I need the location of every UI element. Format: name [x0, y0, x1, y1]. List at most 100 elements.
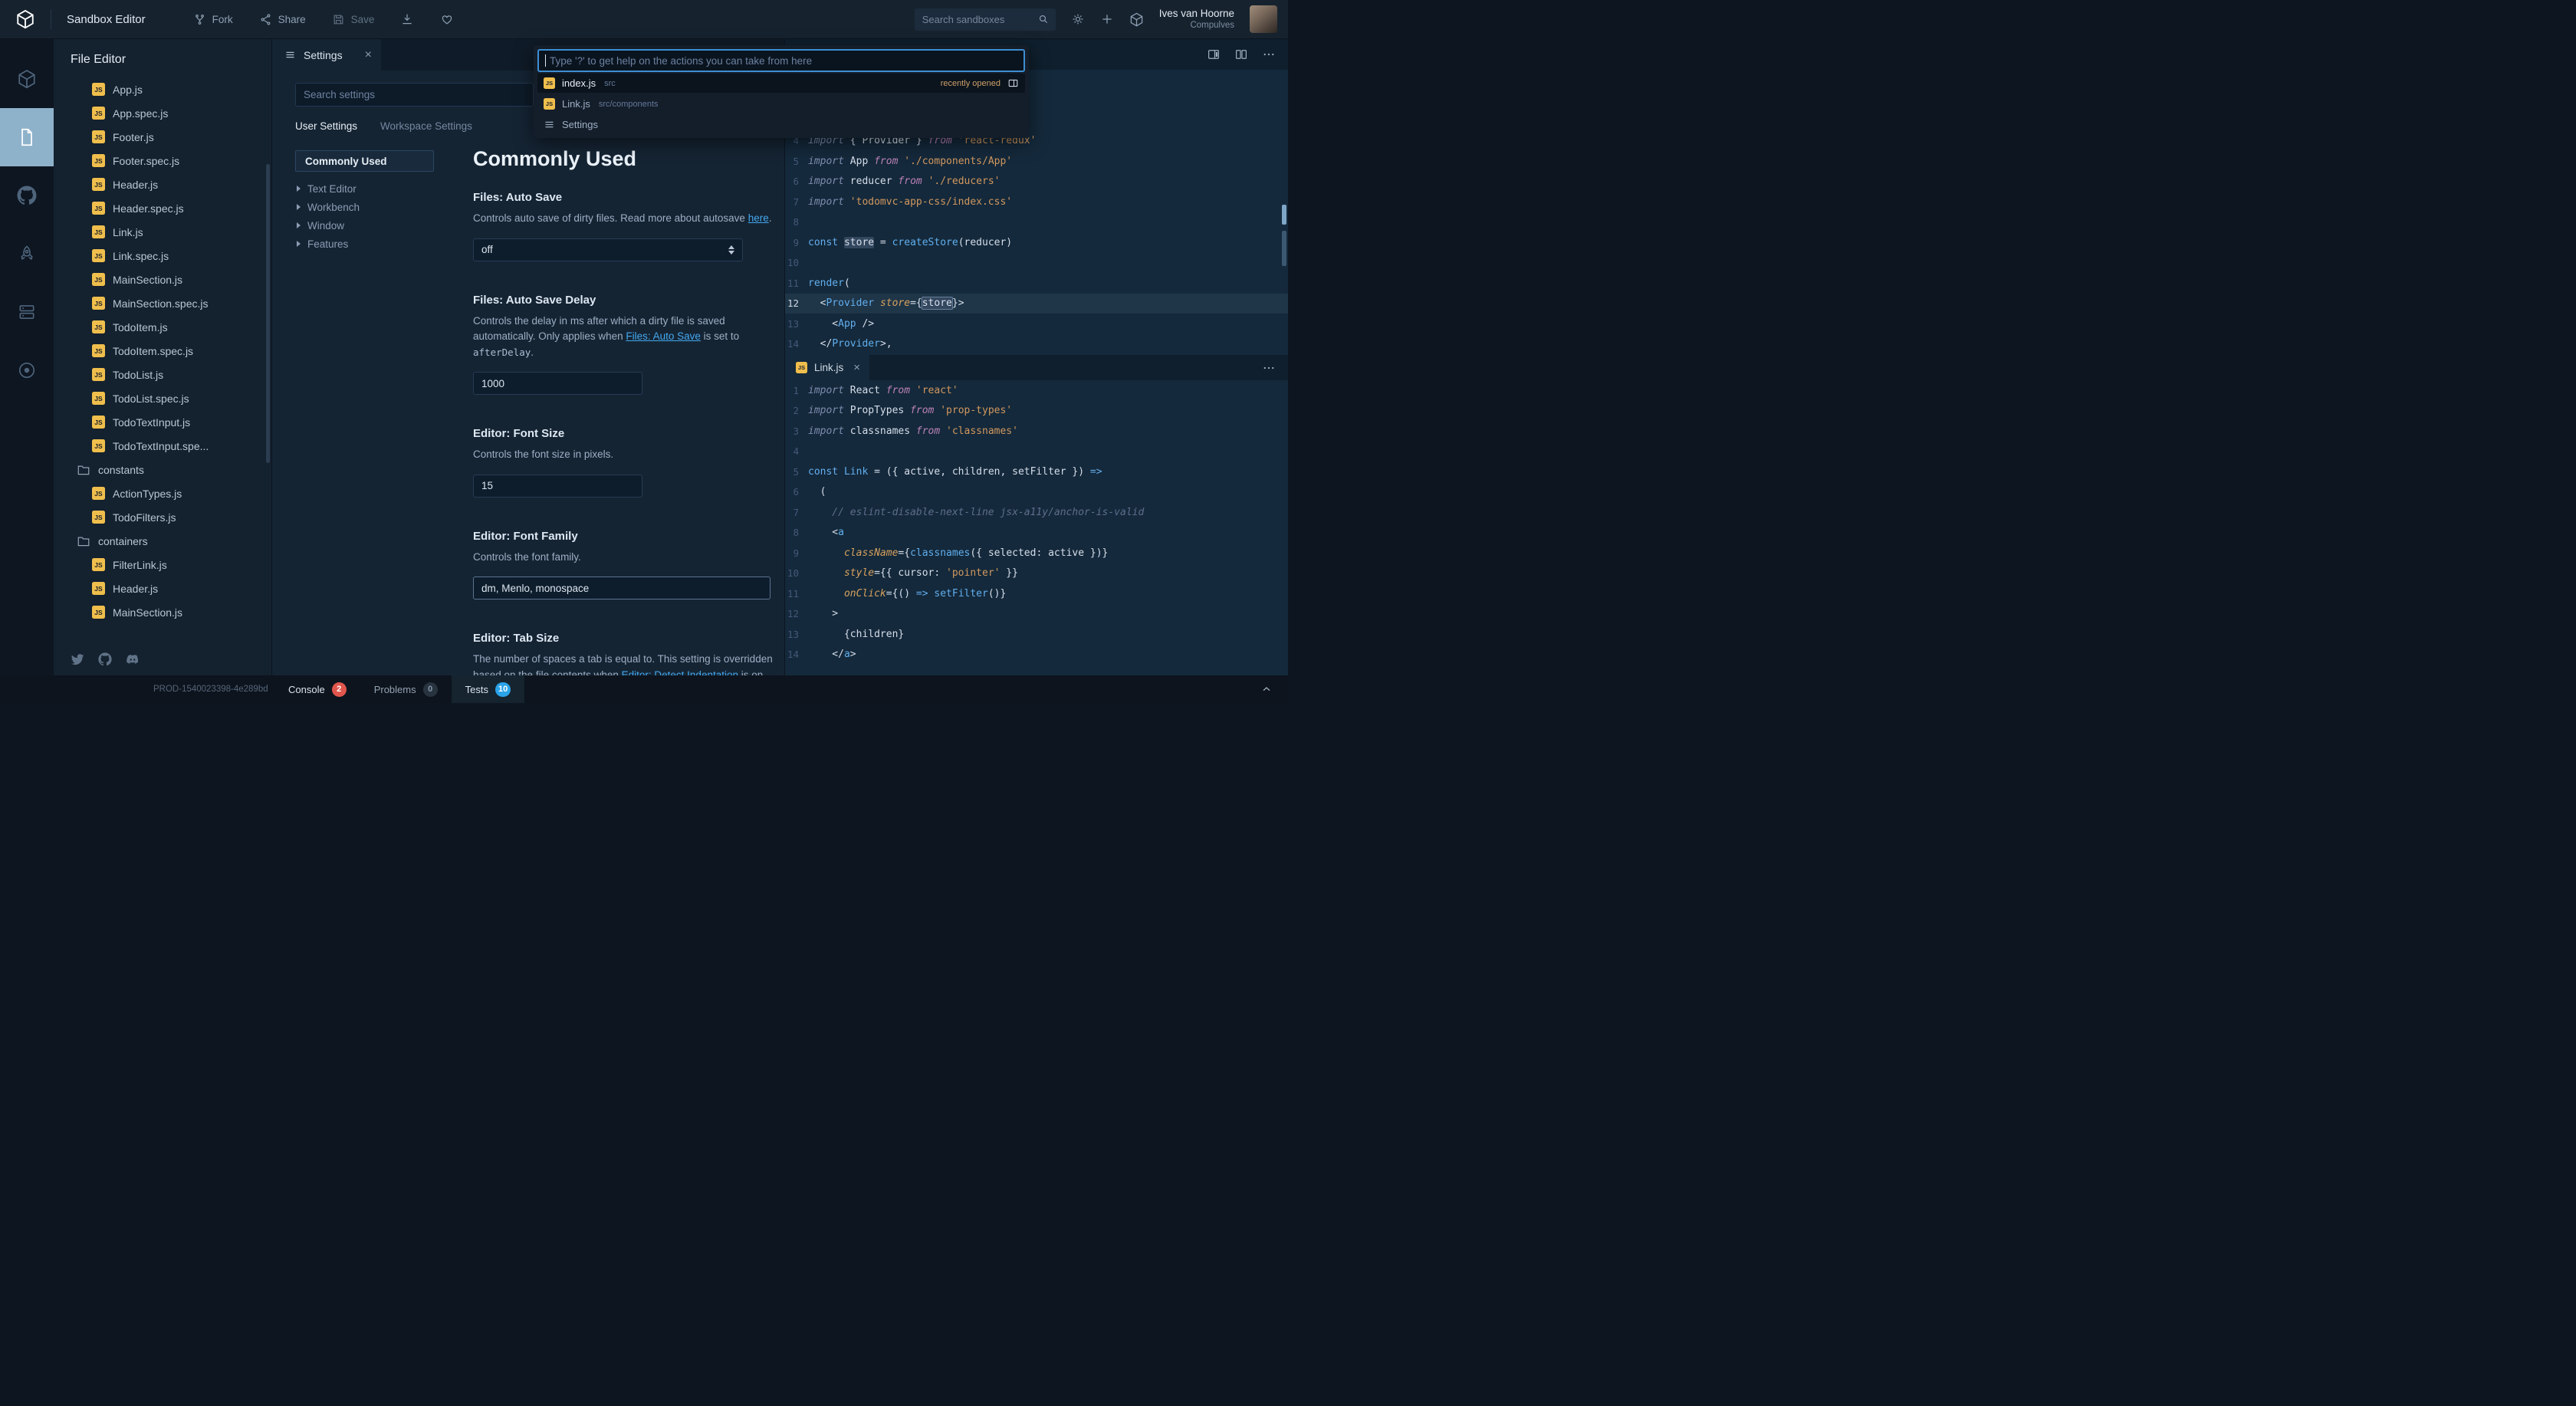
code-line[interactable]: 8 <a: [785, 523, 1288, 544]
file-item[interactable]: JS Header.js: [54, 577, 271, 600]
settings-search-input[interactable]: [295, 83, 534, 107]
code-line[interactable]: 6 import reducer from './reducers': [785, 172, 1288, 192]
rail-item-live[interactable]: [0, 341, 54, 399]
settings-tree-item[interactable]: Text Editor: [295, 179, 473, 198]
explorer-scrollbar[interactable]: [266, 164, 270, 463]
settings-tree-item[interactable]: Window: [295, 216, 473, 235]
file-item[interactable]: JS App.spec.js: [54, 101, 271, 125]
file-item[interactable]: JS MainSection.spec.js: [54, 291, 271, 315]
code-line[interactable]: 11 onClick={() => setFilter()}: [785, 583, 1288, 604]
file-item[interactable]: JS TodoList.spec.js: [54, 386, 271, 410]
bottom-editor-menu-button[interactable]: [1262, 361, 1288, 375]
problems-tab[interactable]: Problems 0: [360, 675, 452, 703]
setting-input[interactable]: [473, 577, 770, 600]
app-logo[interactable]: [0, 9, 51, 29]
palette-item[interactable]: JS index.js src recently opened: [537, 74, 1025, 93]
save-button[interactable]: Save: [332, 13, 374, 26]
folder-item[interactable]: containers: [54, 529, 271, 553]
expand-panel-button[interactable]: [1260, 683, 1273, 695]
code-line[interactable]: 7 // eslint-disable-next-line jsx-a11y/a…: [785, 502, 1288, 523]
tab-link-js[interactable]: JS Link.js ×: [785, 355, 870, 380]
twitter-icon[interactable]: [71, 652, 84, 666]
tab-settings[interactable]: Settings ×: [272, 39, 381, 71]
setting-link[interactable]: Editor: Detect Indentation: [622, 669, 738, 676]
code-line[interactable]: 5 import App from './components/App': [785, 151, 1288, 172]
rail-item-files[interactable]: [0, 108, 54, 166]
settings-tree-item[interactable]: Workbench: [295, 198, 473, 216]
download-button[interactable]: [400, 12, 414, 26]
file-item[interactable]: JS Link.js: [54, 220, 271, 244]
quick-open-input[interactable]: [537, 49, 1025, 72]
file-item[interactable]: JS TodoFilters.js: [54, 505, 271, 529]
code-line[interactable]: 2 import PropTypes from 'prop-types': [785, 401, 1288, 422]
code-line[interactable]: 4: [785, 442, 1288, 462]
scrollbar-thumb[interactable]: [1282, 231, 1286, 266]
file-item[interactable]: JS Header.spec.js: [54, 196, 271, 220]
code-line[interactable]: 6 (: [785, 482, 1288, 503]
palette-item[interactable]: JS Link.js src/components: [537, 94, 1025, 113]
avatar[interactable]: [1250, 5, 1277, 33]
code-line[interactable]: 11 render(: [785, 273, 1288, 294]
close-icon[interactable]: ×: [853, 361, 860, 374]
code-line[interactable]: 10: [785, 253, 1288, 274]
editor-menu-button[interactable]: [1262, 48, 1276, 61]
file-item[interactable]: JS ActionTypes.js: [54, 481, 271, 505]
fork-button[interactable]: Fork: [193, 13, 233, 26]
code-line[interactable]: 13 {children}: [785, 624, 1288, 645]
code-line[interactable]: 10 style={{ cursor: 'pointer' }}: [785, 563, 1288, 584]
close-icon[interactable]: ×: [365, 48, 372, 62]
github-icon[interactable]: [98, 652, 112, 666]
setting-input[interactable]: [473, 372, 642, 395]
setting-input[interactable]: [473, 474, 642, 498]
new-sandbox-button[interactable]: [1100, 12, 1114, 26]
tests-tab[interactable]: Tests 10: [451, 675, 525, 703]
code-line[interactable]: 14 </a>: [785, 645, 1288, 665]
bottom-code-editor[interactable]: 1 import React from 'react' 2 import PropTy…: [785, 380, 1288, 675]
code-line[interactable]: 8: [785, 212, 1288, 233]
preferences-button[interactable]: [1071, 12, 1085, 26]
user-info[interactable]: Ives van Hoorne Compulves: [1159, 7, 1234, 31]
code-line[interactable]: 13 <App />: [785, 314, 1288, 334]
tab-workspace-settings[interactable]: Workspace Settings: [380, 120, 472, 132]
discord-icon[interactable]: [126, 652, 140, 666]
file-item[interactable]: JS TodoTextInput.spe...: [54, 434, 271, 458]
layout-columns-button[interactable]: [1234, 48, 1248, 61]
file-item[interactable]: JS Footer.js: [54, 125, 271, 149]
tab-user-settings[interactable]: User Settings: [295, 120, 357, 132]
file-item[interactable]: JS Footer.spec.js: [54, 149, 271, 172]
share-button[interactable]: Share: [259, 13, 306, 26]
code-line[interactable]: 9 const store = createStore(reducer): [785, 232, 1288, 253]
console-tab[interactable]: Console 2: [274, 675, 360, 703]
code-line[interactable]: 3 import classnames from 'classnames': [785, 421, 1288, 442]
file-item[interactable]: JS FilterLink.js: [54, 553, 271, 577]
dashboard-button[interactable]: [1129, 12, 1144, 27]
folder-item[interactable]: constants: [54, 458, 271, 481]
file-item[interactable]: JS TodoTextInput.js: [54, 410, 271, 434]
setting-select[interactable]: off: [473, 238, 743, 261]
sandbox-search-input[interactable]: [914, 8, 1056, 31]
palette-item[interactable]: Settings: [537, 115, 1025, 134]
file-item[interactable]: JS TodoList.js: [54, 363, 271, 386]
file-item[interactable]: JS MainSection.js: [54, 600, 271, 624]
file-item[interactable]: JS Link.spec.js: [54, 244, 271, 268]
like-button[interactable]: [440, 12, 454, 26]
rail-item-github[interactable]: [0, 166, 54, 225]
rail-item-project[interactable]: [0, 50, 54, 108]
file-item[interactable]: JS MainSection.js: [54, 268, 271, 291]
code-line[interactable]: 7 import 'todomvc-app-css/index.css': [785, 192, 1288, 212]
code-line[interactable]: 5 const Link = ({ active, children, setFi…: [785, 462, 1288, 482]
rail-item-server[interactable]: [0, 283, 54, 341]
code-line[interactable]: 12 <Provider store={store}>: [785, 293, 1288, 314]
rail-item-deploy[interactable]: [0, 225, 54, 283]
settings-tree-item[interactable]: Features: [295, 235, 473, 253]
file-item[interactable]: JS Header.js: [54, 172, 271, 196]
settings-tree-item[interactable]: Commonly Used: [295, 150, 434, 172]
file-item[interactable]: JS App.js: [54, 77, 271, 101]
code-line[interactable]: 12 >: [785, 604, 1288, 625]
scrollbar-thumb[interactable]: [1282, 205, 1286, 225]
code-line[interactable]: 14 </Provider>,: [785, 334, 1288, 355]
file-item[interactable]: JS TodoItem.spec.js: [54, 339, 271, 363]
code-line[interactable]: 9 className={classnames({ selected: acti…: [785, 543, 1288, 563]
file-item[interactable]: JS TodoItem.js: [54, 315, 271, 339]
setting-link[interactable]: Files: Auto Save: [626, 330, 701, 342]
